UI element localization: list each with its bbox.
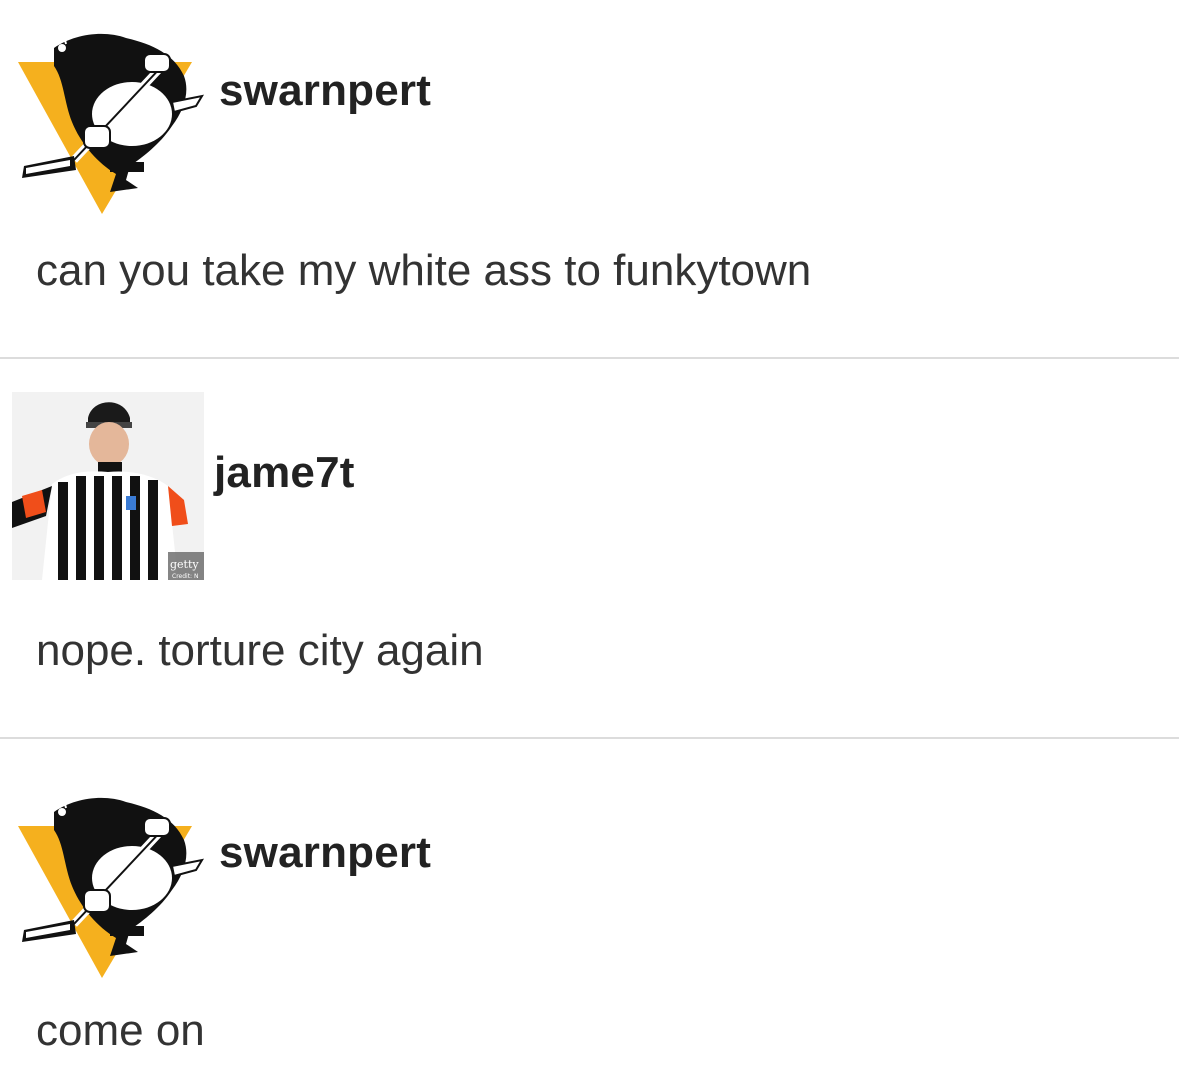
post-swarnpert-1: swarnpert can you take my white ass to f… — [0, 0, 1179, 358]
post-message: come on — [36, 1006, 205, 1055]
post-message: nope. torture city again — [36, 626, 484, 675]
getty-watermark: getty — [170, 558, 199, 571]
referee-photo-icon: getty Credit: N — [12, 392, 204, 580]
post-message: can you take my white ass to funkytown — [36, 246, 812, 295]
penguins-logo-avatar[interactable] — [14, 794, 214, 980]
post-divider — [0, 357, 1179, 359]
post-jame7t: getty Credit: N jame7t nope. torture cit… — [0, 360, 1179, 738]
penguins-logo-icon — [18, 797, 205, 978]
penguins-logo-icon — [18, 33, 205, 214]
penguins-logo-avatar[interactable] — [14, 30, 214, 216]
referee-photo-avatar[interactable]: getty Credit: N — [12, 392, 204, 580]
credit-watermark: Credit: N — [172, 573, 198, 580]
username[interactable]: jame7t — [214, 448, 355, 498]
username[interactable]: swarnpert — [219, 828, 431, 878]
username[interactable]: swarnpert — [219, 66, 431, 116]
post-swarnpert-2: swarnpert come on — [0, 740, 1179, 1090]
post-divider — [0, 737, 1179, 739]
